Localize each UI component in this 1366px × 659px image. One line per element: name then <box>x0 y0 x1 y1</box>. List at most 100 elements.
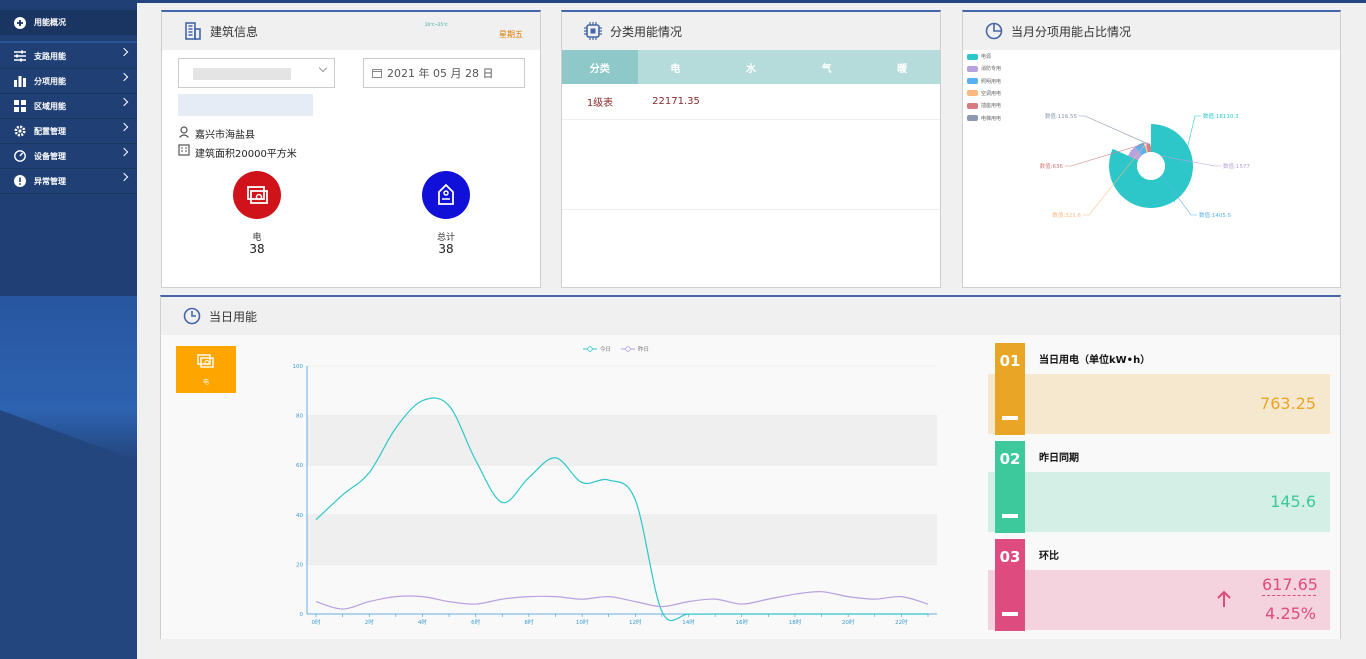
building-area-icon <box>178 144 190 156</box>
panel-header: 当月分项用能占比情况 <box>963 12 1340 50</box>
sidebar-item-branch[interactable]: 支路用能 <box>0 44 137 69</box>
col-header[interactable]: 分类 <box>562 50 638 84</box>
tag-icon <box>438 183 454 205</box>
monthly-share-panel: 当月分项用能占比情况 电源 消防专用 照明用电 空调用电 插座用电 电梯用电 数值:181… <box>962 10 1341 288</box>
x-tick-label: 6时 <box>471 618 480 626</box>
sidebar-item-config[interactable]: 配置管理 <box>0 119 137 144</box>
legend-marker <box>587 346 593 352</box>
sidebar-item-area[interactable]: 区域用能 <box>0 94 137 119</box>
building-info-panel: 建筑信息 20℃~25℃ 星期五 2021 年 05 月 28 日 嘉兴市海盐县… <box>161 10 541 288</box>
sidebar: 用能概况 支路用能 分项用能 区域用能 配置管理 设备管理 异常管理 <box>0 0 137 659</box>
panel-header: 建筑信息 <box>162 12 540 50</box>
plus-circle-icon <box>13 16 27 30</box>
kpi-dash <box>1002 514 1018 518</box>
address-text: 嘉兴市海盐县 <box>195 130 255 141</box>
alert-icon <box>13 174 27 188</box>
clock-icon <box>183 307 201 325</box>
sidebar-item-alert[interactable]: 异常管理 <box>0 169 137 194</box>
date-picker[interactable]: 2021 年 05 月 28 日 <box>363 58 525 88</box>
col-header[interactable]: 暖 <box>864 50 940 84</box>
chevron-right-icon <box>119 172 129 182</box>
x-tick-label: 12时 <box>629 618 642 626</box>
pie-slice-label: 数值:636 <box>1040 162 1064 170</box>
sidebar-item-device[interactable]: 设备管理 <box>0 144 137 169</box>
sidebar-item-label: 配置管理 <box>34 126 66 136</box>
sidebar-item-label: 用能概况 <box>34 18 66 27</box>
x-tick-label: 4时 <box>418 618 427 626</box>
kpi-dash <box>1002 416 1018 420</box>
table-row[interactable]: 1级表 22171.35 <box>562 84 940 120</box>
arrow-up-icon <box>1217 590 1231 607</box>
date-value: 2021 年 05 月 28 日 <box>387 67 494 80</box>
electricity-tab[interactable]: 电 <box>176 346 236 393</box>
sidebar-item-overview[interactable]: 用能概况 <box>0 10 137 35</box>
col-header[interactable]: 水 <box>713 50 789 84</box>
chevron-down-icon <box>318 63 328 73</box>
gauge-icon <box>13 149 27 163</box>
col-header[interactable]: 气 <box>789 50 865 84</box>
kpi-title: 昨日同期 <box>1039 453 1079 464</box>
panel-header: 分类用能情况 <box>562 12 940 50</box>
pie-slice-label: 数值:1577 <box>1223 162 1250 170</box>
table-header: 分类 电 水 气 暖 <box>562 50 940 84</box>
area-text: 建筑面积20000平方米 <box>195 149 297 160</box>
stat-electricity-circle[interactable] <box>233 171 281 219</box>
bar-chart-icon <box>13 74 27 88</box>
table-cell: 1级表 <box>586 98 614 109</box>
table-cell: 22171.35 <box>652 96 700 107</box>
stat-total-circle[interactable] <box>422 171 470 219</box>
grid-band <box>307 514 937 565</box>
building-select[interactable] <box>178 58 335 88</box>
y-tick-label: 60 <box>296 463 303 469</box>
legend-marker <box>625 346 631 352</box>
electricity-tab-label: 电 <box>202 378 209 386</box>
pie-chart: 数值:18110.3 数值:1577 数值:1405.5 数值:321.6 数值:636… <box>1040 112 1251 219</box>
panel-title: 分类用能情况 <box>610 24 683 39</box>
chip-icon <box>584 22 602 40</box>
panel-title: 建筑信息 <box>210 24 259 39</box>
kpi-value: 763.25 <box>1260 394 1316 413</box>
category-usage-panel: 分类用能情况 分类 电 水 气 暖 1级表 22171.35 <box>561 10 941 288</box>
weekday-text: 星期五 <box>499 30 523 39</box>
stat-total-value: 38 <box>438 242 454 256</box>
y-tick-label: 0 <box>300 612 304 618</box>
chevron-right-icon <box>119 147 129 157</box>
pie-slice-label: 数值:1405.5 <box>1199 211 1232 219</box>
x-tick-label: 20时 <box>842 618 855 626</box>
location-icon <box>179 126 189 138</box>
sidebar-item-label: 支路用能 <box>34 51 66 61</box>
x-tick-label: 16时 <box>735 618 748 626</box>
legend-label: 昨日 <box>638 345 649 353</box>
legend-label: 今日 <box>600 345 611 353</box>
blurred-building-name <box>193 68 291 80</box>
kpi-dash <box>1002 612 1018 616</box>
sliders-icon <box>13 49 27 63</box>
panel-title: 当月分项用能占比情况 <box>1011 24 1132 39</box>
pie-slice-label: 数值:18110.3 <box>1203 112 1239 120</box>
electricity-icon <box>197 353 214 368</box>
pie-label-line <box>1079 115 1151 146</box>
blurred-description <box>178 94 313 116</box>
x-tick-label: 2时 <box>365 618 374 626</box>
col-header[interactable]: 电 <box>638 50 714 84</box>
chevron-right-icon <box>119 122 129 132</box>
y-tick-label: 20 <box>296 562 303 568</box>
kpi-number: 02 <box>999 450 1021 468</box>
y-tick-label: 40 <box>296 513 303 519</box>
divider <box>562 209 940 210</box>
sidebar-item-subitem[interactable]: 分项用能 <box>0 69 137 94</box>
sidebar-item-label: 设备管理 <box>34 151 66 161</box>
series-line <box>315 591 929 610</box>
kpi-value: 617.65 <box>1262 575 1318 596</box>
y-tick-label: 100 <box>293 364 304 370</box>
kpi-number: 03 <box>999 548 1021 566</box>
kpi-number: 01 <box>999 352 1021 370</box>
kpi-title: 当日用电（单位kW•h） <box>1039 355 1151 366</box>
chevron-right-icon <box>119 47 129 57</box>
panel-header: 当日用能 <box>161 297 1340 335</box>
kpi-percent: 4.25% <box>1265 604 1316 623</box>
electricity-icon <box>247 186 268 204</box>
pie-chart-icon <box>985 22 1003 40</box>
chevron-right-icon <box>119 72 129 82</box>
chevron-right-icon <box>119 97 129 107</box>
